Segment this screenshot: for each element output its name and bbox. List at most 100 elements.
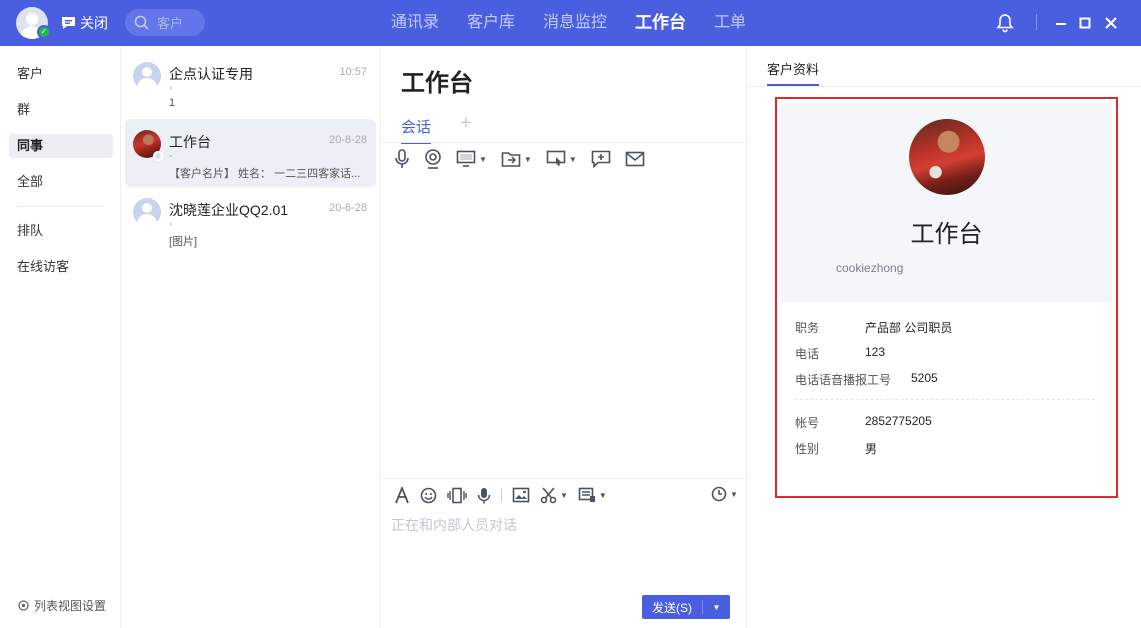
message-input[interactable]: 正在和内部人员对话 [391, 515, 517, 535]
monitor-icon [456, 150, 476, 167]
chevron-down-icon: ▼ [560, 490, 568, 500]
close-label: 关闭 [80, 15, 108, 31]
close-window-icon [1105, 17, 1117, 29]
category-sidebar: 客户 群 同事 全部 排队 在线访客 列表视图设置 [0, 46, 121, 628]
nav-tickets[interactable]: 工单 [714, 0, 746, 46]
shake-window-button[interactable] [447, 487, 467, 504]
conversation-name: 工作台 [169, 134, 211, 150]
field-label: 帐号 [795, 416, 820, 430]
send-label: 发送(S) [652, 600, 692, 615]
close-session-button[interactable]: 关闭 [61, 14, 108, 32]
main-nav: 通讯录 客户库 消息监控 工作台 工单 [391, 0, 774, 46]
profile-card: 工作台 cookiezhong 职务 产品部 公司职员 电话 123 电话语音播… [775, 97, 1118, 498]
quick-reply-icon [578, 487, 595, 502]
emoji-icon [420, 487, 437, 503]
voice-call-button[interactable] [394, 149, 410, 169]
sidebar-item-customers[interactable]: 客户 [9, 62, 113, 86]
minimize-button[interactable] [1055, 0, 1067, 46]
bell-icon [996, 14, 1014, 33]
font-icon [395, 486, 409, 503]
envelope-icon [625, 151, 645, 167]
close-window-button[interactable] [1104, 0, 1118, 46]
add-note-button[interactable] [591, 150, 611, 168]
scissors-icon [540, 486, 557, 503]
search-input[interactable]: 客户 [125, 9, 205, 36]
conversation-time: 20-8-28 [329, 134, 367, 146]
video-call-button[interactable] [424, 149, 442, 169]
field-value: 2852775205 [865, 414, 932, 428]
chevron-down-icon[interactable]: ▼ [703, 603, 730, 612]
conversation-time: 20-6-28 [329, 202, 367, 214]
remote-assist-button[interactable]: ▼ [546, 150, 577, 168]
online-status-icon: ✓ [37, 25, 51, 39]
maximize-icon [1079, 17, 1091, 29]
notification-button[interactable] [996, 0, 1014, 46]
conversation-item[interactable]: 工作台 20-8-28 - 【客户名片】 姓名： 一二三四客家话... [125, 119, 376, 187]
send-image-button[interactable] [512, 487, 530, 503]
send-file-button[interactable]: ▼ [501, 150, 532, 168]
field-value: 男 [865, 442, 878, 456]
field-label: 性别 [795, 442, 820, 456]
vibrate-icon [447, 487, 467, 503]
webcam-icon [425, 149, 441, 169]
nav-customer-db[interactable]: 客户库 [467, 0, 515, 46]
comment-add-icon [591, 150, 611, 168]
profile-account-id: cookiezhong [836, 261, 904, 275]
tab-conversation[interactable]: 会话 [401, 116, 432, 144]
add-tab-button[interactable]: + [460, 112, 472, 135]
folder-icon [501, 152, 521, 167]
screen-share-button[interactable]: ▼ [456, 150, 487, 168]
window-controls-divider [1036, 14, 1037, 30]
voice-message-button[interactable] [477, 487, 491, 504]
chevron-down-icon: ▼ [730, 489, 738, 499]
chevron-down-icon: ▼ [479, 154, 487, 164]
list-view-settings-button[interactable]: 列表视图设置 [17, 597, 106, 614]
chat-panel: 工作台 会话 + ▼ ▼ ▼ ▼ ▼ ▼ 正在和内部人员对话 发送(S) ▼ [381, 46, 747, 628]
profile-tab-divider [747, 86, 1141, 87]
message-history-button[interactable]: ▼ [711, 486, 738, 502]
conversation-subtitle: - [169, 218, 173, 230]
field-value: 产品部 公司职员 [865, 321, 953, 335]
conversation-item[interactable]: 沈晓莲企业QQ2.01 20-6-28 - [图片] [125, 187, 376, 255]
field-value: 123 [865, 345, 886, 359]
sidebar-item-queue[interactable]: 排队 [9, 219, 113, 243]
conversation-subtitle: - [169, 150, 173, 162]
sidebar-item-online-visitors[interactable]: 在线访客 [9, 255, 113, 279]
sidebar-item-all[interactable]: 全部 [9, 170, 113, 194]
nav-workbench[interactable]: 工作台 [635, 0, 686, 46]
settings-icon [18, 600, 29, 611]
conversation-list: 企点认证专用 10:57 - 1 工作台 20-8-28 - 【客户名片】 姓名… [121, 46, 381, 628]
emoji-button[interactable] [420, 487, 437, 504]
minimize-icon [1056, 23, 1066, 25]
conversation-last-message: 1 [169, 97, 176, 109]
offline-status-icon [153, 151, 163, 161]
contact-avatar [133, 62, 161, 90]
list-view-settings-label: 列表视图设置 [34, 599, 107, 613]
chat-title: 工作台 [401, 70, 473, 97]
chevron-down-icon: ▼ [523, 154, 532, 164]
input-divider [381, 478, 747, 479]
profile-name: 工作台 [910, 221, 983, 248]
conversation-name: 企点认证专用 [169, 66, 253, 82]
sidebar-divider [17, 206, 104, 207]
chevron-down-icon: ▼ [568, 154, 577, 164]
maximize-button[interactable] [1079, 0, 1091, 46]
microphone-icon [395, 149, 409, 168]
email-button[interactable] [625, 151, 645, 167]
image-icon [512, 487, 530, 503]
chat-close-icon [62, 17, 75, 29]
toolbar-divider [501, 488, 502, 502]
send-button[interactable]: 发送(S) ▼ [642, 595, 730, 619]
chevron-down-icon: ▼ [598, 490, 607, 500]
conversation-item[interactable]: 企点认证专用 10:57 - 1 [125, 51, 376, 119]
quick-reply-button[interactable]: ▼ [578, 487, 607, 503]
tab-customer-info[interactable]: 客户资料 [767, 59, 820, 86]
sidebar-item-groups[interactable]: 群 [9, 98, 113, 122]
sidebar-item-colleagues[interactable]: 同事 [9, 134, 113, 158]
nav-contacts[interactable]: 通讯录 [391, 0, 439, 46]
font-button[interactable] [394, 486, 410, 504]
nav-message-monitor[interactable]: 消息监控 [543, 0, 607, 46]
screenshot-button[interactable]: ▼ [540, 486, 568, 504]
chat-toolbar: ▼ ▼ ▼ [394, 148, 659, 170]
profile-avatar [909, 119, 985, 195]
